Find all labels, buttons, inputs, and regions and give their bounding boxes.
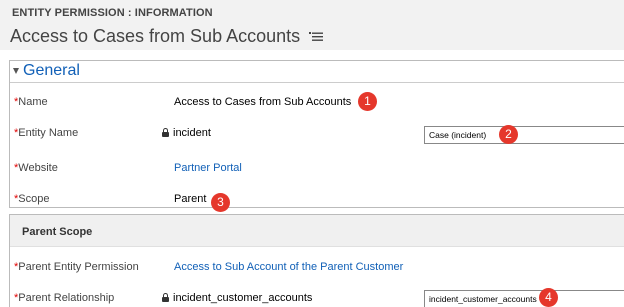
field-value-name[interactable]: Access to Cases from Sub Accounts	[174, 96, 351, 108]
general-section-header[interactable]: General	[10, 61, 624, 83]
parent-scope-section: Parent Scope *Parent Entity Permission A…	[9, 214, 624, 307]
field-row-parent-relationship: *Parent Relationship incident_customer_a…	[10, 287, 624, 307]
field-label-parent-relationship: *Parent Relationship	[14, 292, 115, 304]
entity-name-lookup-input[interactable]: Case (incident)	[424, 126, 624, 144]
form-selector-menu-icon[interactable]	[309, 29, 324, 43]
parent-scope-title: Parent Scope	[22, 226, 93, 238]
field-value-entity-name: incident	[162, 127, 211, 139]
callout-badge-3: 3	[211, 193, 230, 212]
field-label-website: *Website	[14, 162, 58, 174]
lock-icon	[162, 293, 169, 302]
field-label-scope: *Scope	[14, 193, 50, 205]
callout-badge-1: 1	[358, 92, 377, 111]
parent-scope-header: Parent Scope	[10, 215, 624, 247]
field-row-website: *Website Partner Portal	[10, 157, 624, 179]
callout-badge-4: 4	[539, 288, 558, 307]
record-title: Access to Cases from Sub Accounts	[10, 26, 324, 47]
field-label-name: *Name	[14, 96, 48, 108]
parent-relationship-lookup-value: incident_customer_accounts	[429, 294, 537, 304]
field-row-parent-entity-permission: *Parent Entity Permission Access to Sub …	[10, 256, 624, 278]
entity-type-label: ENTITY PERMISSION : INFORMATION	[12, 7, 213, 19]
field-row-entity-name: *Entity Name incident Case (incident) 2	[10, 122, 624, 144]
website-link[interactable]: Partner Portal	[174, 162, 242, 174]
field-value-scope[interactable]: Parent	[174, 193, 206, 205]
field-row-scope: *Scope Parent 3	[10, 188, 624, 212]
collapse-triangle-icon[interactable]	[13, 68, 19, 74]
lock-icon	[162, 128, 169, 137]
general-section-title: General	[23, 62, 80, 79]
parent-relationship-lookup-input[interactable]: incident_customer_accounts	[424, 290, 624, 307]
field-label-parent-entity-permission: *Parent Entity Permission	[14, 261, 139, 273]
callout-badge-2: 2	[499, 125, 518, 144]
field-row-name: *Name Access to Cases from Sub Accounts …	[10, 91, 624, 113]
parent-entity-permission-link[interactable]: Access to Sub Account of the Parent Cust…	[174, 261, 403, 273]
field-value-parent-relationship: incident_customer_accounts	[162, 292, 312, 304]
record-title-text: Access to Cases from Sub Accounts	[10, 26, 301, 46]
general-section: General *Name Access to Cases from Sub A…	[9, 60, 624, 212]
form-header: ENTITY PERMISSION : INFORMATION Access t…	[0, 0, 624, 50]
entity-name-lookup-value: Case (incident)	[429, 130, 487, 140]
field-label-entity-name: *Entity Name	[14, 127, 79, 139]
